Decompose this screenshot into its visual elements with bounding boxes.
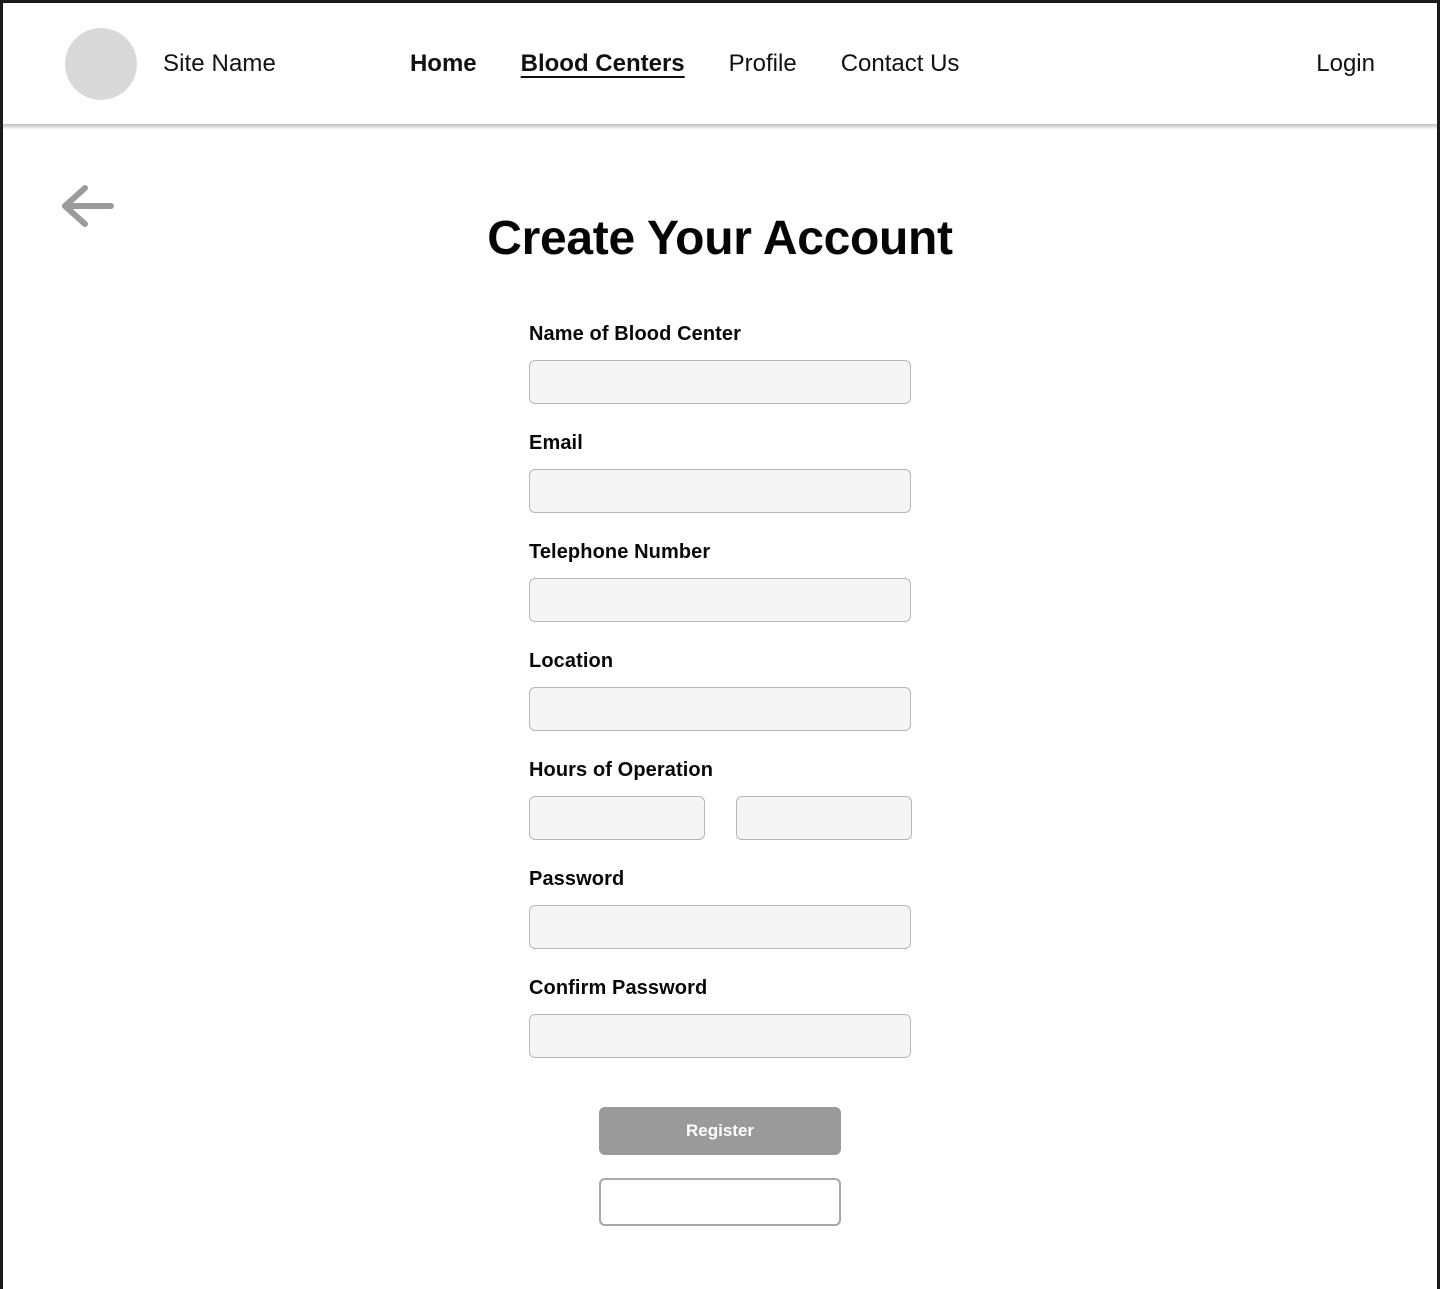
nav-item-profile[interactable]: Profile xyxy=(729,50,797,78)
secondary-button[interactable] xyxy=(599,1178,841,1227)
arrow-left-icon xyxy=(62,185,114,227)
hours-row xyxy=(529,796,912,841)
back-button[interactable] xyxy=(61,182,117,230)
brand[interactable]: Site Name xyxy=(65,27,276,100)
input-password[interactable] xyxy=(529,905,911,950)
input-blood-center-name[interactable] xyxy=(529,360,911,405)
page-frame: Site Name Home Blood Centers Profile Con… xyxy=(0,0,1440,1289)
label-hours-of-operation: Hours of Operation xyxy=(529,759,714,782)
login-link[interactable]: Login xyxy=(1316,50,1375,78)
input-hours-open[interactable] xyxy=(529,796,705,841)
nav-item-home[interactable]: Home xyxy=(410,50,477,78)
label-telephone: Telephone Number xyxy=(529,541,711,564)
input-telephone[interactable] xyxy=(529,578,911,623)
label-confirm-password: Confirm Password xyxy=(529,977,708,1000)
field-group-location: Location xyxy=(529,650,911,732)
label-email: Email xyxy=(529,432,583,455)
header-right: Login xyxy=(1316,50,1375,78)
page-title: Create Your Account xyxy=(487,212,953,265)
site-header: Site Name Home Blood Centers Profile Con… xyxy=(3,3,1437,124)
main-nav: Home Blood Centers Profile Contact Us xyxy=(410,50,959,78)
field-group-password: Password xyxy=(529,868,911,950)
nav-item-blood-centers[interactable]: Blood Centers xyxy=(521,50,685,78)
nav-item-contact-us[interactable]: Contact Us xyxy=(841,50,960,78)
label-password: Password xyxy=(529,868,625,891)
label-location: Location xyxy=(529,650,614,673)
register-button[interactable]: Register xyxy=(599,1107,841,1156)
input-hours-close[interactable] xyxy=(736,796,912,841)
field-group-blood-center-name: Name of Blood Center xyxy=(529,323,911,405)
site-name-label: Site Name xyxy=(163,49,276,77)
input-email[interactable] xyxy=(529,469,911,514)
field-group-confirm-password: Confirm Password xyxy=(529,977,911,1059)
input-location[interactable] xyxy=(529,687,911,732)
main-content: Create Your Account Name of Blood Center… xyxy=(3,124,1437,1227)
field-group-telephone: Telephone Number xyxy=(529,541,911,623)
field-group-hours-of-operation: Hours of Operation xyxy=(529,759,912,841)
form-actions: Register xyxy=(529,1086,911,1227)
input-confirm-password[interactable] xyxy=(529,1014,911,1059)
field-group-email: Email xyxy=(529,432,911,514)
site-logo-circle-icon xyxy=(65,27,137,100)
label-blood-center-name: Name of Blood Center xyxy=(529,323,742,346)
signup-form: Name of Blood Center Email Telephone Num… xyxy=(529,264,912,1227)
